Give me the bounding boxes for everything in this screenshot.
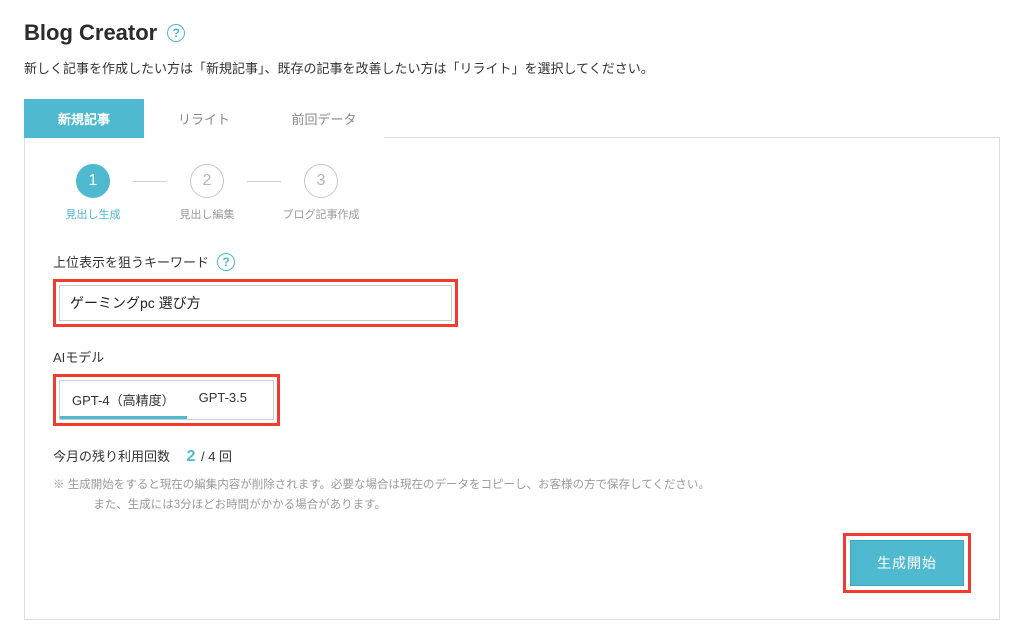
page-header: Blog Creator ? [24,20,1000,46]
step-connector [133,181,167,182]
step-circle-1: 1 [76,164,110,198]
step-label-2: 見出し編集 [180,206,235,222]
tab-previous-data[interactable]: 前回データ [264,99,384,138]
keyword-input[interactable] [59,285,452,321]
usage-row: 今月の残り利用回数 2 / 4 回 [53,446,971,466]
step-1: 1 見出し生成 [53,164,133,222]
step-3: 3 ブログ記事作成 [281,164,361,222]
step-circle-3: 3 [304,164,338,198]
keyword-label: 上位表示を狙うキーワード [53,252,209,271]
step-label-3: ブログ記事作成 [283,206,360,222]
tab-new-article[interactable]: 新規記事 [24,99,144,138]
help-icon[interactable]: ? [167,24,185,42]
usage-total: 4 回 [208,449,232,464]
usage-current: 2 [186,448,195,465]
help-icon[interactable]: ? [217,253,235,271]
usage-sep: / [197,449,208,464]
note-line-1: ※ 生成開始をすると現在の編集内容が削除されます。必要な場合は現在のデータをコピ… [53,476,971,496]
main-panel: 1 見出し生成 2 見出し編集 3 ブログ記事作成 上位表示を狙うキーワード ?… [24,138,1000,620]
page-title: Blog Creator [24,20,157,46]
generate-button[interactable]: 生成開始 [850,540,964,586]
usage-label: 今月の残り利用回数 [53,449,170,464]
keyword-highlight [53,279,458,327]
step-label-1: 見出し生成 [66,206,121,222]
model-label: AIモデル [53,347,104,366]
note-block: ※ 生成開始をすると現在の編集内容が削除されます。必要な場合は現在のデータをコピ… [53,476,971,515]
tab-rewrite[interactable]: リライト [144,99,264,138]
action-row: 生成開始 [53,533,971,593]
step-connector [247,181,281,182]
model-field: AIモデル GPT-4（高精度） GPT-3.5 [53,347,971,426]
generate-highlight: 生成開始 [843,533,971,593]
stepper: 1 見出し生成 2 見出し編集 3 ブログ記事作成 [53,164,971,222]
tab-bar: 新規記事 リライト 前回データ [24,99,1000,138]
model-option-gpt35[interactable]: GPT-3.5 [187,381,259,419]
keyword-field: 上位表示を狙うキーワード ? [53,252,971,327]
step-2: 2 見出し編集 [167,164,247,222]
model-toggle: GPT-4（高精度） GPT-3.5 [59,380,274,420]
model-option-gpt4[interactable]: GPT-4（高精度） [60,381,187,419]
step-circle-2: 2 [190,164,224,198]
page-subtitle: 新しく記事を作成したい方は「新規記事」、既存の記事を改善したい方は「リライト」を… [24,58,1000,77]
note-line-2: また、生成には3分ほどお時間がかかる場合があります。 [53,496,971,516]
model-highlight: GPT-4（高精度） GPT-3.5 [53,374,280,426]
